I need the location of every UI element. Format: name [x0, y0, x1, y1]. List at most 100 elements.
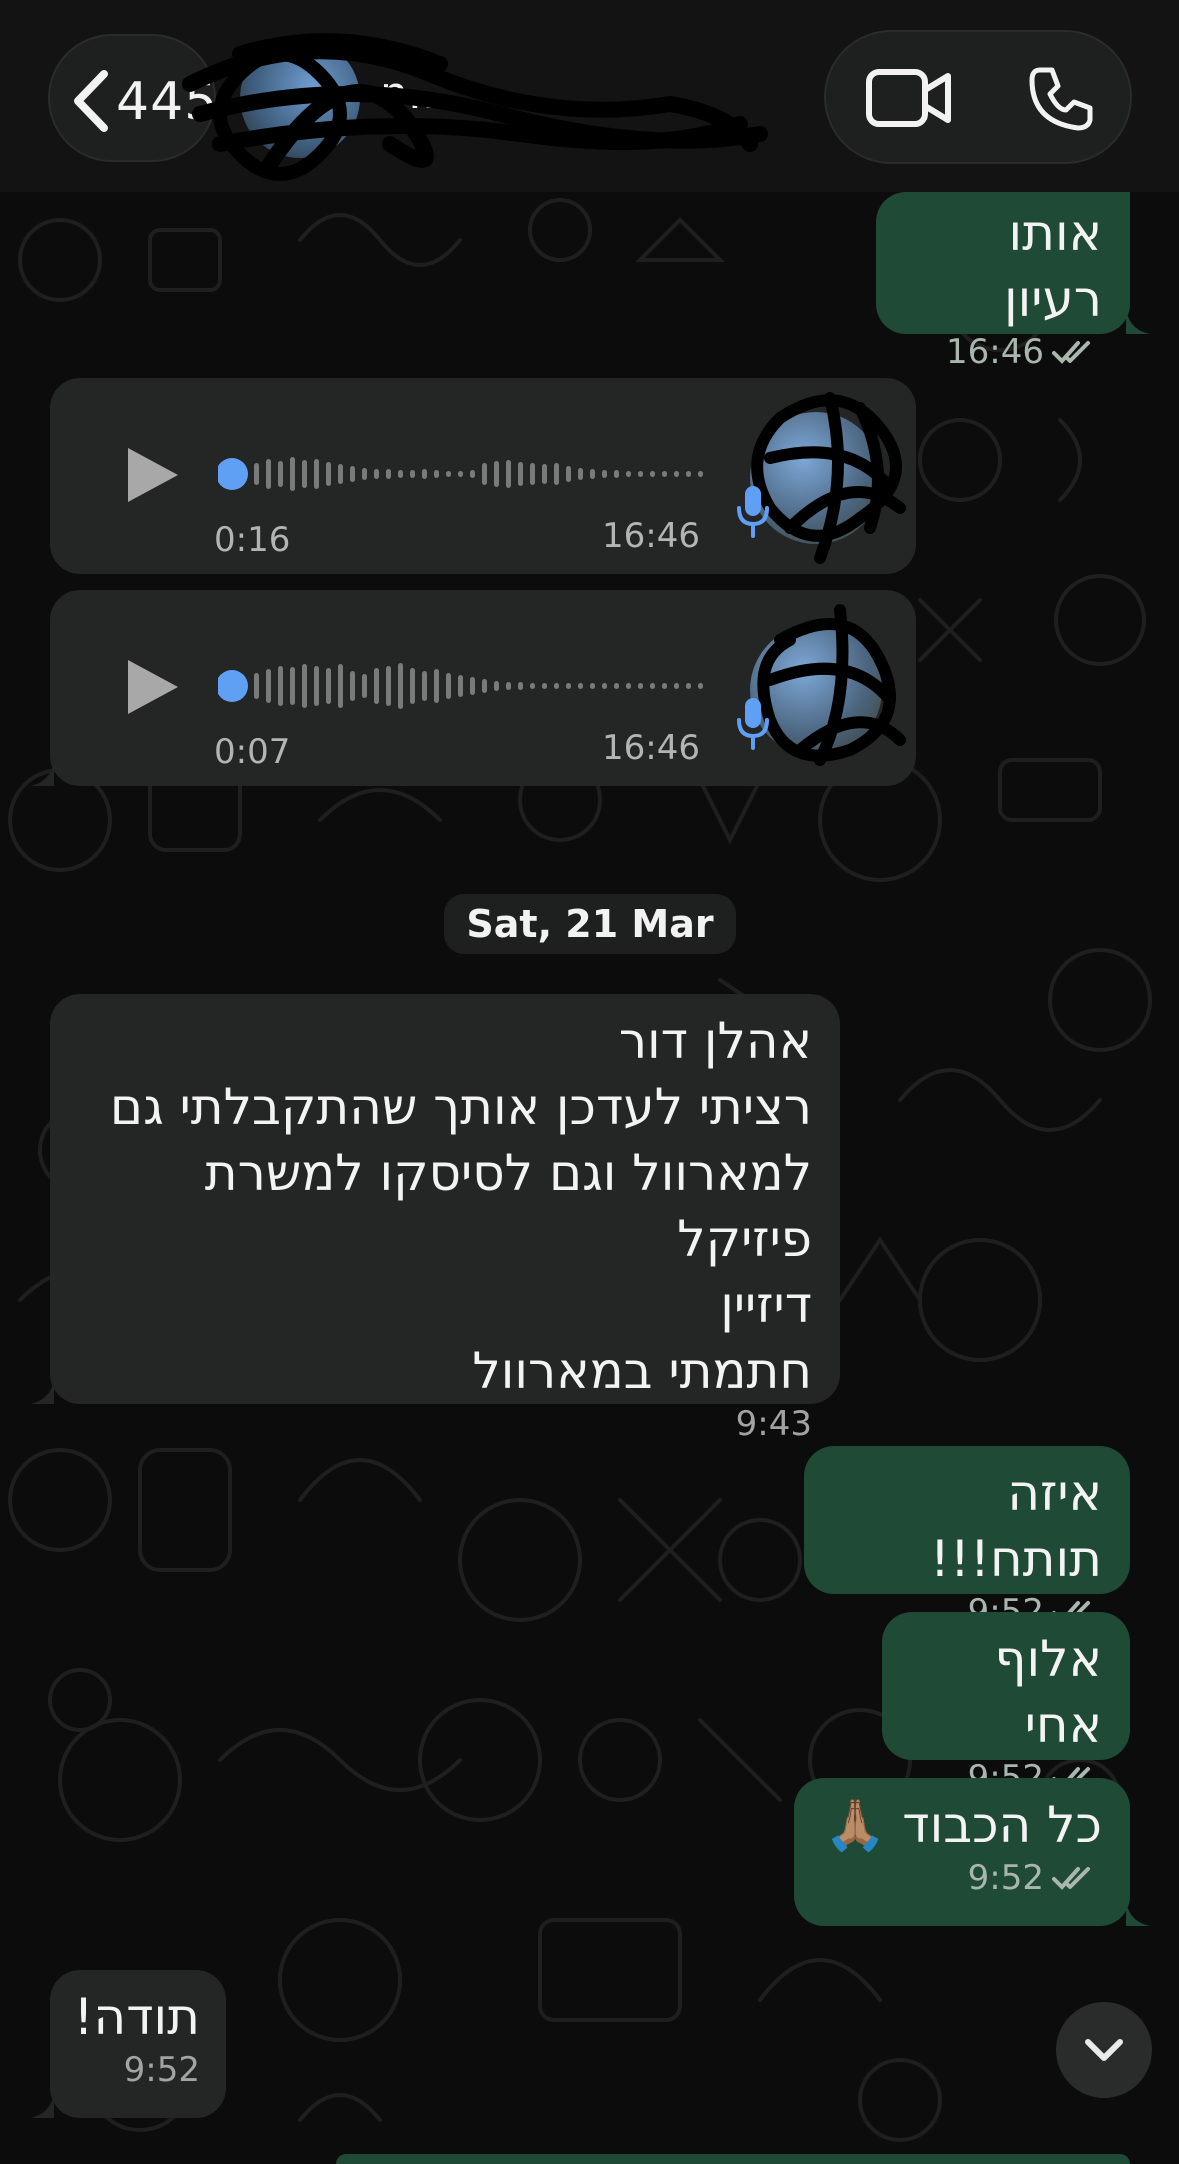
waveform-bar [254, 463, 259, 485]
waveform-bar [326, 668, 331, 704]
waveform-bar [614, 470, 619, 478]
waveform-bar [446, 673, 451, 699]
waveform-bar [626, 683, 631, 689]
waveform-bar [374, 469, 379, 479]
waveform-bar [398, 470, 403, 478]
waveform-bar [482, 679, 487, 693]
message-meta: 9:52 [814, 1858, 1102, 1898]
message-text: תודה! [73, 1988, 201, 2046]
message-bubble-incoming[interactable]: תודה! 9:52 [30, 1970, 226, 2118]
voice-message[interactable]: 0:16 16:46 [50, 378, 916, 574]
waveform-bar [254, 673, 259, 699]
message-bubble-outgoing[interactable]: אותו רעיון 16:46 [876, 192, 1150, 372]
waveform-bar [470, 470, 475, 478]
waveform-bar [422, 469, 427, 479]
message-time: 16:46 [602, 728, 700, 768]
waveform-bar [266, 669, 271, 703]
waveform-bar [614, 683, 619, 689]
waveform-bar [338, 664, 343, 708]
waveform [218, 663, 703, 709]
waveform-bar [434, 470, 439, 478]
waveform-bar [662, 471, 667, 477]
waveform-bar [530, 683, 535, 689]
waveform-bar [542, 683, 547, 689]
message-time: 16:46 [602, 516, 700, 556]
waveform-bar [350, 466, 355, 482]
waveform-bar [458, 675, 463, 697]
microphone-icon [737, 486, 769, 538]
bubble-tail [1126, 1902, 1150, 1926]
message-text: אהלן דור רציתי לעדכן אותך שהתקבלתי גם למ… [109, 1012, 812, 1400]
waveform-bar [410, 470, 415, 478]
waveform-bar [506, 460, 511, 488]
play-icon[interactable] [122, 444, 182, 506]
redaction-scribble [757, 604, 906, 766]
waveform-bar [554, 683, 559, 689]
waveform-bar [350, 671, 355, 701]
waveform-bar [494, 681, 499, 691]
waveform-bar [278, 666, 283, 706]
waveform-bar [554, 463, 559, 485]
contact-info[interactable]: ... ..n [182, 33, 800, 181]
waveform-bar [386, 469, 391, 479]
message-text: אותו רעיון [1004, 204, 1102, 328]
redaction-scribble [182, 33, 768, 181]
redaction-scribble [751, 392, 906, 564]
chevron-down-icon [1085, 2039, 1123, 2061]
waveform-bar [266, 459, 271, 489]
waveform-bar [578, 683, 583, 689]
waveform-bar [590, 469, 595, 479]
message-bubble-outgoing[interactable]: כל הכבוד 🙏🏽 9:52 [794, 1778, 1150, 1926]
chevron-left-icon [74, 70, 108, 132]
waveform-bar [290, 667, 295, 705]
waveform-bar [494, 461, 499, 487]
waveform-bar [674, 471, 679, 477]
waveform-bar [602, 683, 607, 689]
phone-icon[interactable] [1026, 64, 1096, 134]
scroll-to-bottom-button[interactable] [1056, 2002, 1152, 2098]
waveform-bar [446, 471, 451, 477]
waveform-bar [602, 470, 607, 478]
waveform-bar [686, 471, 691, 477]
waveform-bar [302, 460, 307, 488]
waveform-bar [518, 462, 523, 486]
waveform-bar [278, 461, 283, 487]
waveform-bar [374, 668, 379, 704]
voice-message[interactable]: 0:07 16:46 [30, 590, 916, 786]
waveform-bar [662, 683, 667, 689]
waveform-bar [650, 471, 655, 477]
message-meta: 9:43 [78, 1404, 812, 1444]
date-separator: Sat, 21 Mar [444, 894, 736, 954]
waveform-bar [398, 663, 403, 709]
voice-duration: 0:07 [214, 732, 291, 772]
waveform-bar [338, 464, 343, 484]
waveform-bar [314, 459, 319, 489]
waveform-bar [698, 683, 703, 689]
call-actions [824, 30, 1132, 164]
video-camera-icon[interactable] [866, 66, 952, 130]
waveform-bar [686, 683, 691, 689]
waveform [218, 457, 703, 491]
waveform-bar [638, 471, 643, 477]
message-time: 9:52 [967, 1858, 1044, 1898]
waveform-bar [290, 457, 295, 491]
waveform-bar [626, 471, 631, 477]
message-bubble-outgoing-partial [336, 2154, 1130, 2164]
message-bubble-outgoing[interactable]: איזה תותח!!! 9:52 [804, 1446, 1130, 1632]
voice-duration: 0:16 [214, 520, 291, 560]
waveform-bar [458, 471, 463, 477]
waveform-bar [674, 683, 679, 689]
waveform-bar [470, 677, 475, 695]
message-text: כל הכבוד 🙏🏽 [824, 1796, 1102, 1854]
waveform-bar [698, 471, 703, 477]
message-text: אלוף אחי [994, 1630, 1102, 1754]
waveform-bar [530, 463, 535, 485]
waveform-bar [314, 666, 319, 706]
message-bubble-outgoing[interactable]: אלוף אחי 9:52 [882, 1612, 1130, 1798]
bubble-tail [30, 762, 54, 786]
microphone-icon [737, 698, 769, 750]
waveform-bar [590, 683, 595, 689]
message-bubble-incoming[interactable]: אהלן דור רציתי לעדכן אותך שהתקבלתי גם למ… [30, 994, 840, 1444]
waveform-bar [362, 674, 367, 698]
play-icon[interactable] [122, 656, 182, 718]
